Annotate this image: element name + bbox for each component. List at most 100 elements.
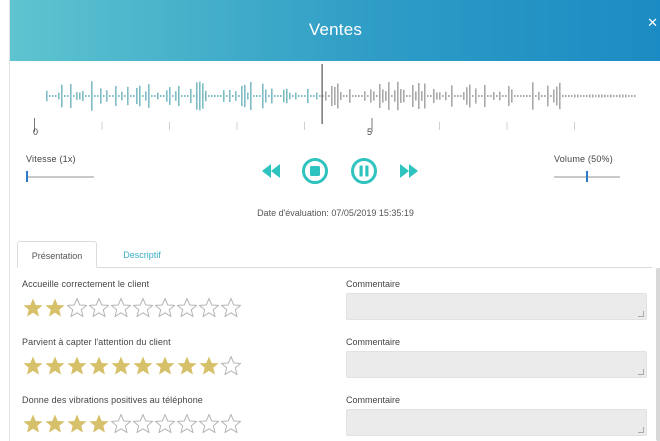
resize-grip-icon[interactable] xyxy=(638,311,644,317)
tab-bar: Présentation Descriptif xyxy=(17,241,652,268)
star-empty-icon[interactable] xyxy=(176,413,198,435)
speed-label: Vitesse (1x) xyxy=(26,154,76,164)
star-empty-icon[interactable] xyxy=(220,355,242,377)
star-filled-icon[interactable] xyxy=(44,355,66,377)
waveform-bar xyxy=(457,95,459,97)
star-empty-icon[interactable] xyxy=(110,413,132,435)
waveform-bar xyxy=(568,95,570,97)
waveform-bar xyxy=(484,84,486,108)
star-filled-icon[interactable] xyxy=(110,355,132,377)
star-filled-icon[interactable] xyxy=(66,355,88,377)
comment-field-1[interactable] xyxy=(346,293,647,320)
star-filled-icon[interactable] xyxy=(198,355,220,377)
waveform-bar xyxy=(178,85,180,107)
waveform-bar xyxy=(157,92,159,100)
waveform-bar xyxy=(388,82,390,110)
waveform-bar xyxy=(310,95,312,97)
star-rating-1[interactable] xyxy=(22,297,242,319)
criterion-label-2: Parvient à capter l'attention du client xyxy=(22,337,171,347)
waveform-bar xyxy=(97,95,99,97)
waveform-bar xyxy=(163,95,165,97)
waveform-bar xyxy=(238,95,240,97)
fast-forward-button[interactable] xyxy=(397,156,421,186)
waveform-bar xyxy=(352,95,354,97)
volume-slider-handle[interactable] xyxy=(586,171,588,182)
waveform-bar xyxy=(256,95,258,97)
waveform-bar xyxy=(175,91,177,101)
star-empty-icon[interactable] xyxy=(110,297,132,319)
waveform-bar xyxy=(442,95,444,97)
waveform-bar xyxy=(76,92,78,100)
waveform-bar xyxy=(358,95,360,97)
audio-waveform[interactable] xyxy=(32,62,648,142)
tab-descriptif[interactable]: Descriptif xyxy=(107,241,177,268)
comment-label-2: Commentaire xyxy=(346,337,401,347)
vertical-scrollbar[interactable] xyxy=(656,268,660,441)
star-filled-icon[interactable] xyxy=(22,355,44,377)
star-empty-icon[interactable] xyxy=(88,297,110,319)
waveform-bar xyxy=(523,95,525,97)
close-icon[interactable]: ✕ xyxy=(647,15,658,31)
waveform-bar xyxy=(577,94,579,98)
star-filled-icon[interactable] xyxy=(44,297,66,319)
rewind-button[interactable] xyxy=(259,156,283,186)
waveform-bar xyxy=(502,95,504,97)
waveform-bar xyxy=(427,95,429,97)
star-empty-icon[interactable] xyxy=(154,297,176,319)
waveform-bar xyxy=(556,86,558,106)
speed-slider[interactable] xyxy=(26,176,94,178)
waveform-bar xyxy=(538,91,540,101)
star-empty-icon[interactable] xyxy=(66,297,88,319)
resize-grip-icon[interactable] xyxy=(638,427,644,433)
star-empty-icon[interactable] xyxy=(198,413,220,435)
waveform-bar xyxy=(445,91,447,101)
star-filled-icon[interactable] xyxy=(66,413,88,435)
timeline-tick xyxy=(236,122,238,130)
star-filled-icon[interactable] xyxy=(88,355,110,377)
comment-field-2[interactable] xyxy=(346,351,647,378)
star-empty-icon[interactable] xyxy=(154,413,176,435)
star-empty-icon[interactable] xyxy=(132,413,154,435)
waveform-bar xyxy=(184,95,186,97)
waveform-bar xyxy=(622,94,624,98)
waveform-bar xyxy=(550,95,552,97)
waveform-bar xyxy=(301,95,303,97)
waveform-bar xyxy=(481,95,483,97)
waveform-bar xyxy=(373,91,375,101)
resize-grip-icon[interactable] xyxy=(638,369,644,375)
waveform-bar xyxy=(520,95,522,97)
star-filled-icon[interactable] xyxy=(132,355,154,377)
waveform-bar xyxy=(304,95,306,97)
star-filled-icon[interactable] xyxy=(22,297,44,319)
stop-button[interactable] xyxy=(300,156,330,186)
waveform-bar xyxy=(121,91,123,101)
waveform-bar xyxy=(58,92,60,100)
pause-button[interactable] xyxy=(349,156,379,186)
tab-presentation[interactable]: Présentation xyxy=(17,241,97,268)
waveform-bar xyxy=(421,91,423,101)
timeline-tick xyxy=(439,122,440,130)
star-rating-3[interactable] xyxy=(22,413,242,435)
star-empty-icon[interactable] xyxy=(198,297,220,319)
waveform-bar xyxy=(52,95,54,97)
waveform-bar xyxy=(190,88,192,104)
star-filled-icon[interactable] xyxy=(88,413,110,435)
star-empty-icon[interactable] xyxy=(176,297,198,319)
star-empty-icon[interactable] xyxy=(132,297,154,319)
waveform-bar xyxy=(553,89,555,103)
star-empty-icon[interactable] xyxy=(220,413,242,435)
comment-field-3[interactable] xyxy=(346,409,647,436)
star-rating-2[interactable] xyxy=(22,355,242,377)
waveform-bar xyxy=(529,95,531,97)
speed-slider-handle[interactable] xyxy=(26,171,28,182)
waveform-bar xyxy=(217,95,219,97)
star-filled-icon[interactable] xyxy=(154,355,176,377)
star-empty-icon[interactable] xyxy=(220,297,242,319)
waveform-bar xyxy=(451,85,453,107)
star-filled-icon[interactable] xyxy=(44,413,66,435)
dialog-title: Ventes xyxy=(308,20,363,39)
playhead-cursor[interactable] xyxy=(321,64,323,124)
star-filled-icon[interactable] xyxy=(176,355,198,377)
waveform-bar xyxy=(409,95,411,97)
star-filled-icon[interactable] xyxy=(22,413,44,435)
